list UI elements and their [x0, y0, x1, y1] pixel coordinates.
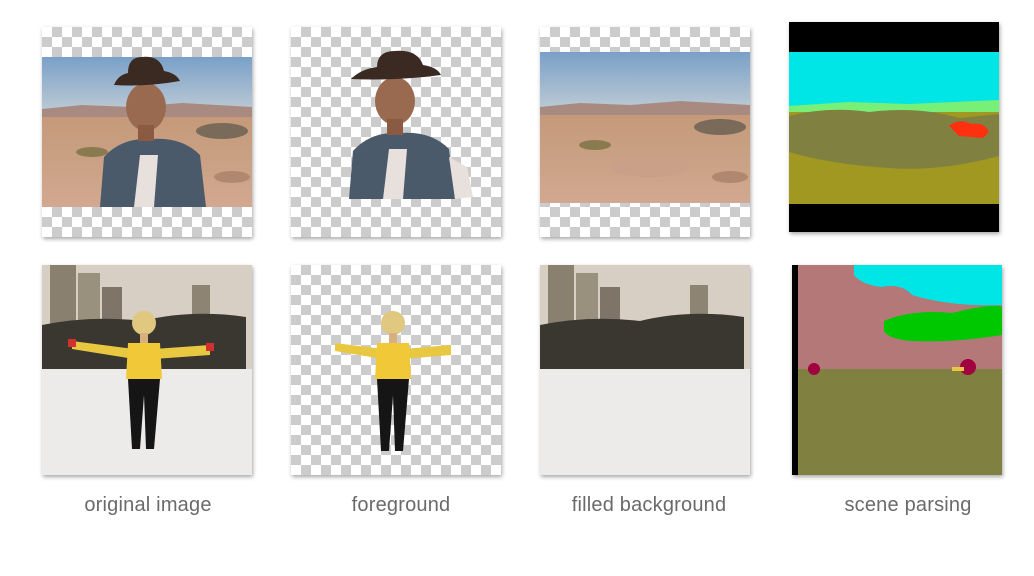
- desert-background-fill: [540, 52, 750, 203]
- caption-filled-background: filled background: [571, 494, 727, 516]
- skater-background-fill: [540, 265, 750, 475]
- skater-foreground-cutout: [335, 311, 451, 451]
- skater-photo: [42, 265, 252, 475]
- desert-photo: [42, 56, 252, 207]
- skater-segmentation-map: [798, 265, 1002, 475]
- foreground-skater: [291, 265, 501, 475]
- caption-original-image: original image: [84, 494, 212, 516]
- scene-parsing-desert: [789, 22, 999, 232]
- filled-background-desert: [540, 27, 750, 237]
- foreground-desert: [291, 27, 501, 237]
- original-image-desert: [42, 27, 252, 237]
- caption-foreground: foreground: [351, 494, 451, 516]
- original-image-skater: [42, 265, 252, 475]
- caption-scene-parsing: scene parsing: [844, 494, 972, 516]
- filled-background-skater: [540, 265, 750, 475]
- desert-foreground-cutout: [349, 50, 473, 199]
- desert-segmentation-map: [789, 52, 999, 204]
- scene-parsing-skater: [792, 265, 1002, 475]
